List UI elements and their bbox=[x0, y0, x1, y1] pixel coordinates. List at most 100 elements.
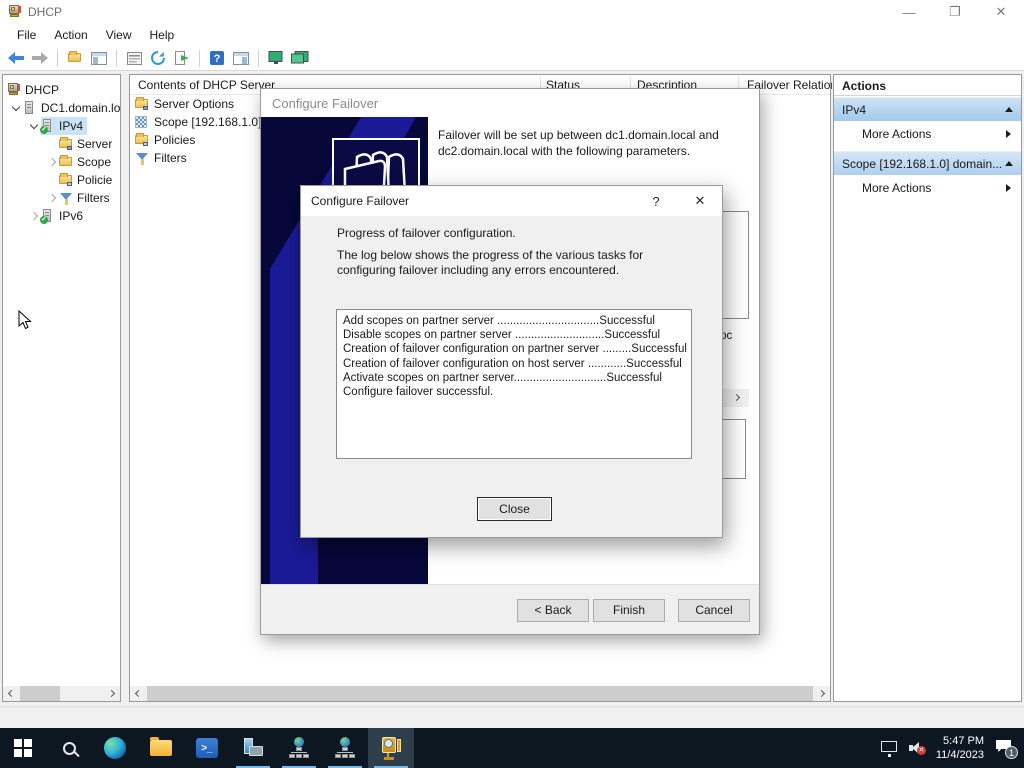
show-action-pane-icon[interactable] bbox=[231, 49, 251, 68]
tree-item-ipv6[interactable]: ✓ IPv6 bbox=[3, 207, 120, 225]
tree-item-scope[interactable]: Scope bbox=[3, 153, 120, 171]
monitors-icon[interactable] bbox=[290, 49, 310, 68]
configure-failover-progress-dialog: Configure Failover ? ✕ Progress of failo… bbox=[300, 185, 723, 538]
start-button[interactable] bbox=[0, 728, 46, 768]
scroll-thumb[interactable] bbox=[20, 686, 60, 701]
tree-item-server-options[interactable]: Server bbox=[3, 135, 120, 153]
wizard-intro-text: Failover will be set up between dc1.doma… bbox=[438, 127, 748, 159]
scroll-left-icon[interactable] bbox=[130, 686, 145, 701]
toolbar-separator bbox=[57, 50, 58, 67]
actions-section-ipv4[interactable]: IPv4 bbox=[834, 97, 1021, 121]
menu-bar: File Action View Help bbox=[0, 24, 1024, 46]
more-actions-ipv4[interactable]: More Actions bbox=[834, 121, 1021, 147]
actions-pane-title: Actions bbox=[834, 75, 1021, 96]
system-tray: ✕ 5:47 PM 11/4/2023 1 bbox=[881, 728, 1024, 768]
edge-icon[interactable] bbox=[92, 728, 138, 768]
ipv4-server-icon: ✓ bbox=[41, 119, 55, 133]
notifications-icon[interactable]: 1 bbox=[994, 740, 1014, 756]
minimize-button[interactable]: — bbox=[886, 0, 932, 24]
actions-section-scope[interactable]: Scope [192.168.1.0] domain... bbox=[834, 151, 1021, 175]
log-line: Disable scopes on partner server .......… bbox=[343, 328, 685, 342]
log-line: Activate scopes on partner server.......… bbox=[343, 371, 685, 385]
clock-date: 11/4/2023 bbox=[936, 748, 984, 762]
chevron-right-icon[interactable] bbox=[27, 213, 41, 219]
back-button[interactable]: < Back bbox=[517, 599, 589, 622]
help-icon[interactable]: ? bbox=[207, 49, 227, 68]
desktop: DHCP — ❐ ✕ File Action View Help ? bbox=[0, 0, 1024, 768]
clock-time: 5:47 PM bbox=[936, 734, 984, 748]
folder-up-icon[interactable] bbox=[65, 49, 85, 68]
chevron-right-icon[interactable] bbox=[45, 159, 59, 165]
close-icon[interactable]: ✕ bbox=[678, 186, 722, 216]
list-horizontal-scrollbar[interactable] bbox=[130, 686, 830, 701]
dhcp-app-icon bbox=[8, 5, 22, 19]
tree-horizontal-scrollbar[interactable] bbox=[3, 686, 120, 701]
dns-console-icon[interactable] bbox=[276, 728, 322, 768]
title-bar[interactable]: DHCP — ❐ ✕ bbox=[0, 0, 1024, 24]
mouse-cursor bbox=[18, 310, 32, 333]
volume-muted-icon[interactable]: ✕ bbox=[909, 741, 926, 755]
more-actions-scope[interactable]: More Actions bbox=[834, 175, 1021, 201]
collapse-icon[interactable] bbox=[1005, 107, 1013, 112]
scroll-right-icon[interactable] bbox=[815, 686, 830, 701]
progress-description-text: The log below shows the progress of the … bbox=[337, 248, 697, 278]
tree-item-policies[interactable]: Policie bbox=[3, 171, 120, 189]
menu-file[interactable]: File bbox=[8, 25, 45, 45]
restore-button[interactable]: ❐ bbox=[932, 0, 978, 24]
properties-icon[interactable] bbox=[124, 49, 144, 68]
toolbar-separator bbox=[199, 50, 200, 67]
tree-item-dhcp[interactable]: DHCP bbox=[3, 81, 120, 99]
scope-icon bbox=[135, 115, 149, 129]
log-line: Creation of failover configuration on ho… bbox=[343, 357, 685, 371]
close-dialog-button[interactable]: Close bbox=[477, 497, 552, 521]
submenu-arrow-icon bbox=[1006, 130, 1011, 138]
filter-icon bbox=[135, 151, 149, 165]
policies-folder-icon bbox=[59, 173, 73, 187]
scope-folder-icon bbox=[59, 155, 73, 169]
tree-item-filters[interactable]: Filters bbox=[3, 189, 120, 207]
export-list-icon[interactable] bbox=[172, 49, 192, 68]
show-console-tree-icon[interactable] bbox=[89, 49, 109, 68]
network-icon[interactable] bbox=[881, 741, 899, 755]
dialog-title-bar[interactable]: Configure Failover ? ✕ bbox=[301, 186, 722, 216]
cancel-button[interactable]: Cancel bbox=[678, 599, 750, 622]
toolbar-separator bbox=[258, 50, 259, 67]
scroll-thumb[interactable] bbox=[147, 686, 813, 701]
search-button[interactable] bbox=[46, 728, 92, 768]
back-icon[interactable] bbox=[6, 49, 26, 68]
failover-log-box[interactable]: Add scopes on partner server ...........… bbox=[336, 309, 692, 459]
svg-text:?: ? bbox=[214, 53, 221, 65]
server-manager-icon[interactable] bbox=[230, 728, 276, 768]
toolbar: ? bbox=[0, 46, 1024, 71]
menu-view[interactable]: View bbox=[97, 25, 141, 45]
menu-action[interactable]: Action bbox=[45, 25, 96, 45]
scroll-left-icon[interactable] bbox=[3, 686, 18, 701]
dialog-title: Configure Failover bbox=[311, 194, 409, 208]
refresh-icon[interactable] bbox=[148, 49, 168, 68]
powershell-icon[interactable]: >_ bbox=[184, 728, 230, 768]
scroll-right-icon[interactable] bbox=[105, 686, 120, 701]
ad-console-icon[interactable] bbox=[322, 728, 368, 768]
file-explorer-icon[interactable] bbox=[138, 728, 184, 768]
menu-help[interactable]: Help bbox=[141, 25, 184, 45]
help-icon[interactable]: ? bbox=[634, 186, 678, 216]
chevron-down-icon[interactable] bbox=[27, 124, 41, 128]
taskbar-clock[interactable]: 5:47 PM 11/4/2023 bbox=[936, 734, 984, 762]
chevron-down-icon[interactable] bbox=[9, 106, 23, 110]
chevron-right-icon[interactable] bbox=[45, 195, 59, 201]
wizard-title-bar[interactable]: Configure Failover bbox=[261, 89, 759, 117]
status-bar bbox=[0, 706, 1024, 728]
collapse-icon[interactable] bbox=[1005, 161, 1013, 166]
server-icon bbox=[23, 101, 37, 115]
log-line: Configure failover successful. bbox=[343, 385, 685, 399]
dhcp-console-taskbar-icon[interactable] bbox=[368, 728, 414, 768]
submenu-arrow-icon bbox=[1006, 184, 1011, 192]
tree-item-server[interactable]: DC1.domain.lo bbox=[3, 99, 120, 117]
finish-button[interactable]: Finish bbox=[593, 599, 665, 622]
tree-item-ipv4[interactable]: ✓ IPv4 bbox=[3, 117, 120, 135]
close-button[interactable]: ✕ bbox=[978, 0, 1024, 24]
monitor-icon[interactable] bbox=[266, 49, 286, 68]
options-folder-icon bbox=[135, 97, 149, 111]
scroll-right-icon[interactable] bbox=[733, 394, 740, 401]
forward-icon[interactable] bbox=[30, 49, 50, 68]
